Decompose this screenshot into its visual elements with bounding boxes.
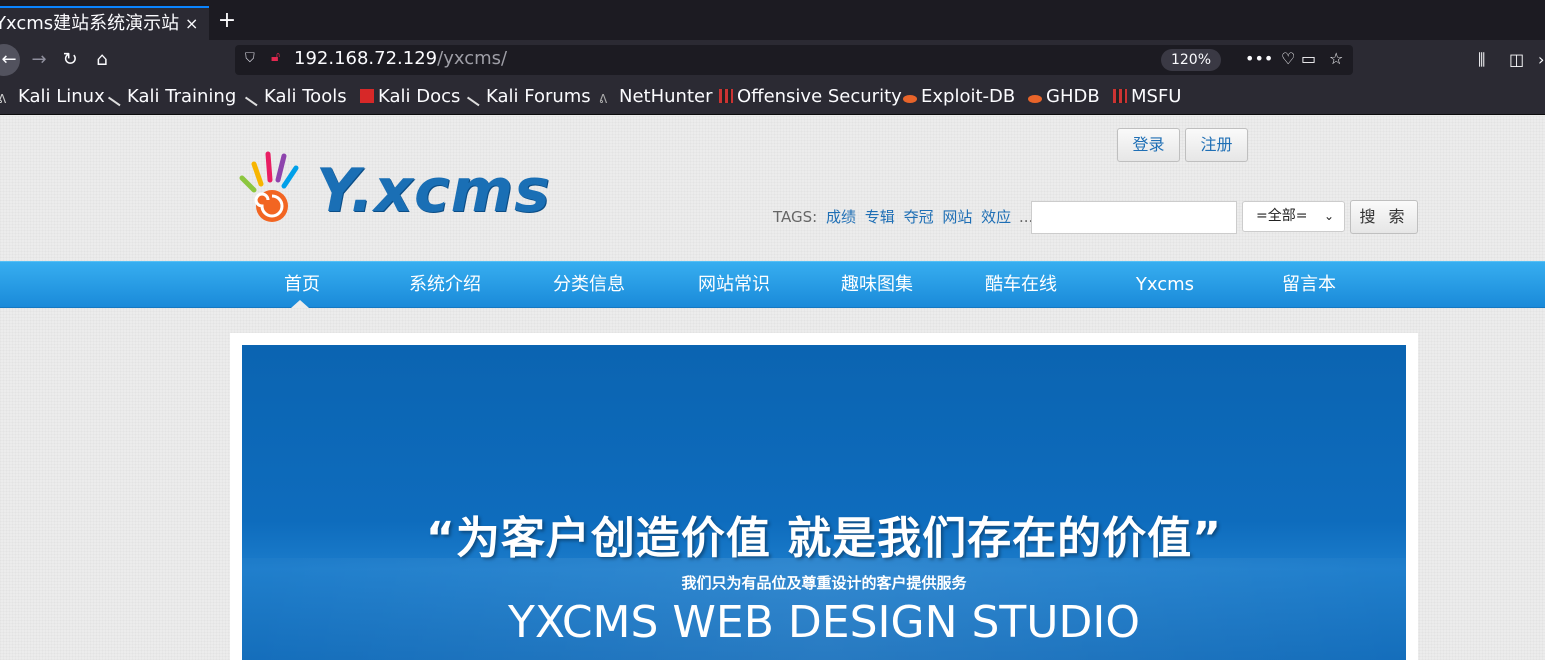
active-nav-indicator bbox=[291, 300, 309, 308]
sidebar-icon[interactable]: ◫ bbox=[1509, 50, 1524, 69]
tags-label: TAGS: bbox=[773, 208, 818, 226]
chevron-down-icon: ⌄ bbox=[1323, 209, 1334, 223]
reload-icon[interactable]: ↻ bbox=[58, 48, 82, 72]
bookmark-msfu[interactable]: MSFU bbox=[1113, 86, 1181, 107]
nav-item-yxcms[interactable]: Yxcms bbox=[1105, 262, 1225, 309]
tag-link[interactable]: 专辑 bbox=[865, 208, 895, 226]
kali-dragon-icon: ᕕ bbox=[0, 92, 7, 106]
bookmark-kali-forums[interactable]: Kali Forums bbox=[466, 86, 591, 107]
bookmark-exploit-db[interactable]: Exploit-DB bbox=[903, 86, 1015, 107]
url-path: /yxcms/ bbox=[437, 48, 508, 69]
home-icon[interactable]: ⌂ bbox=[90, 48, 114, 72]
banner-slogan: “为客户创造价值 就是我们存在的价值” bbox=[425, 513, 1223, 564]
offsec-icon bbox=[719, 89, 733, 103]
tags-list: TAGS: 成绩 专辑 夺冠 网站 效应 ... bbox=[773, 206, 1033, 227]
library-icon[interactable]: ⫼ bbox=[1478, 50, 1485, 70]
url-host: 192.168.72.129 bbox=[294, 48, 438, 69]
yxcms-hand-logo-icon[interactable] bbox=[234, 150, 314, 226]
register-button[interactable]: 注册 bbox=[1185, 128, 1248, 162]
bookmark-nethunter[interactable]: ᕕ NetHunter bbox=[599, 86, 712, 107]
new-tab-button[interactable]: + bbox=[217, 8, 237, 34]
nav-item-cool-cars[interactable]: 酷车在线 bbox=[961, 262, 1081, 309]
exploitdb-icon bbox=[903, 95, 917, 103]
screenshot-icon[interactable]: ▭ bbox=[1301, 49, 1316, 68]
tag-link[interactable]: 成绩 bbox=[826, 208, 856, 226]
nav-item-fun-gallery[interactable]: 趣味图集 bbox=[817, 262, 937, 309]
banner-slide[interactable]: “为客户创造价值 就是我们存在的价值” 我们只为有品位及尊重设计的客户提供服务 … bbox=[242, 345, 1406, 660]
overflow-icon[interactable]: › bbox=[1538, 50, 1544, 69]
site-logo[interactable]: Y.xcms bbox=[316, 156, 551, 226]
offsec-icon bbox=[1113, 89, 1127, 103]
bookmark-star-icon[interactable]: ☆ bbox=[1329, 49, 1343, 68]
search-button[interactable]: 搜 索 bbox=[1350, 200, 1418, 234]
tag-link[interactable]: 效应 bbox=[981, 208, 1011, 226]
browser-tab-bar: Yxcms建站系统演示站 × + bbox=[0, 0, 1545, 40]
kali-dragon-icon bbox=[107, 91, 125, 107]
bookmark-kali-docs[interactable]: Kali Docs bbox=[360, 86, 460, 107]
page-actions-icon[interactable]: ••• bbox=[1245, 49, 1273, 68]
search-scope-select[interactable]: =全部= ⌄ bbox=[1242, 201, 1345, 232]
bookmark-kali-tools[interactable]: Kali Tools bbox=[244, 86, 347, 107]
tag-link[interactable]: 网站 bbox=[942, 208, 972, 226]
zoom-level-button[interactable]: 120% bbox=[1161, 49, 1221, 71]
nethunter-icon: ᕕ bbox=[599, 92, 608, 106]
search-input[interactable] bbox=[1031, 201, 1237, 234]
url-text[interactable]: 192.168.72.129/yxcms/ bbox=[294, 48, 507, 69]
nav-item-category-info[interactable]: 分类信息 bbox=[529, 262, 649, 309]
login-button[interactable]: 登录 bbox=[1117, 128, 1180, 162]
close-tab-icon[interactable]: × bbox=[185, 8, 198, 40]
bookmark-kali-linux[interactable]: ᕕ Kali Linux bbox=[0, 86, 105, 107]
main-nav-menu: 首页 系统介绍 分类信息 网站常识 趣味图集 酷车在线 Yxcms 留言本 bbox=[0, 261, 1545, 308]
tracking-shield-icon[interactable]: ⛉ bbox=[245, 51, 255, 66]
browser-tab-active[interactable]: Yxcms建站系统演示站 × bbox=[0, 6, 209, 40]
exploitdb-icon bbox=[1028, 95, 1042, 103]
forward-icon[interactable]: → bbox=[27, 48, 51, 72]
browser-nav-bar: ← → ↻ ⌂ ⛉ 🔓︎ 192.168.72.129/yxcms/ 120% … bbox=[0, 40, 1545, 80]
nav-item-system-intro[interactable]: 系统介绍 bbox=[385, 262, 505, 309]
tab-title: Yxcms建站系统演示站 bbox=[0, 13, 180, 34]
kali-docs-icon bbox=[360, 89, 374, 103]
back-icon[interactable]: ← bbox=[0, 44, 20, 76]
page-content: Y.xcms 登录 注册 TAGS: 成绩 专辑 夺冠 网站 效应 ... =全… bbox=[0, 116, 1545, 660]
pocket-icon[interactable]: ♡ bbox=[1281, 49, 1295, 68]
kali-dragon-icon bbox=[466, 91, 484, 107]
bookmarks-toolbar: ᕕ Kali Linux Kali Training Kali Tools Kal… bbox=[0, 80, 1545, 115]
insecure-lock-icon[interactable]: 🔓︎ bbox=[271, 49, 280, 65]
tag-link[interactable]: 夺冠 bbox=[904, 208, 934, 226]
nav-item-guestbook[interactable]: 留言本 bbox=[1249, 262, 1369, 309]
nav-item-web-knowledge[interactable]: 网站常识 bbox=[674, 262, 794, 309]
url-bar[interactable]: ⛉ 🔓︎ 192.168.72.129/yxcms/ 120% ••• ♡ ▭ … bbox=[235, 45, 1353, 75]
bookmark-offensive-security[interactable]: Offensive Security bbox=[719, 86, 902, 107]
banner-studio-name: YXCMS WEB DESIGN STUDIO bbox=[508, 597, 1140, 648]
bookmark-kali-training[interactable]: Kali Training bbox=[107, 86, 236, 107]
kali-dragon-icon bbox=[244, 91, 262, 107]
search-scope-value: =全部= bbox=[1256, 208, 1308, 224]
banner-subtitle: 我们只为有品位及尊重设计的客户提供服务 bbox=[681, 574, 967, 592]
bookmark-ghdb[interactable]: GHDB bbox=[1028, 86, 1100, 107]
